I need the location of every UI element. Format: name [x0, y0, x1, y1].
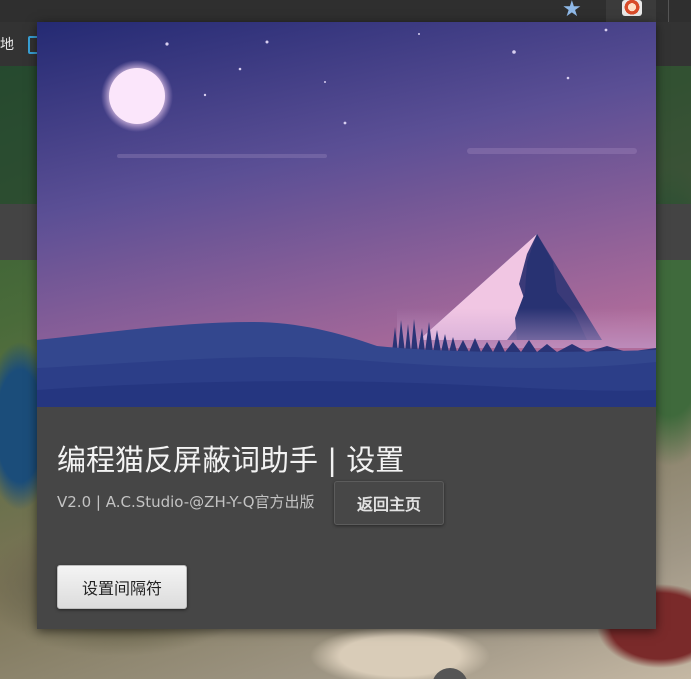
banner-illustration [37, 22, 656, 407]
settings-card: 编程猫反屏蔽词助手 | 设置 V2.0 | A.C.Studio-@ZH-Y-Q… [37, 22, 656, 629]
version-credit: V2.0 | A.C.Studio-@ZH-Y-Q官方出版 [57, 493, 315, 511]
cloud-streak [467, 148, 637, 154]
cloud-streak [117, 154, 327, 158]
browser-toolbar [0, 0, 691, 22]
toolbar-divider [668, 0, 669, 22]
avatar-icon[interactable] [622, 0, 642, 16]
page-title: 编程猫反屏蔽词助手 | 设置 [57, 443, 405, 477]
star-icon[interactable]: ★ [562, 0, 582, 22]
bookmark-item[interactable]: 地 [0, 34, 14, 54]
moon [109, 68, 165, 124]
set-separator-button[interactable]: 设置间隔符 [57, 565, 187, 609]
back-home-button[interactable]: 返回主页 [334, 481, 444, 525]
